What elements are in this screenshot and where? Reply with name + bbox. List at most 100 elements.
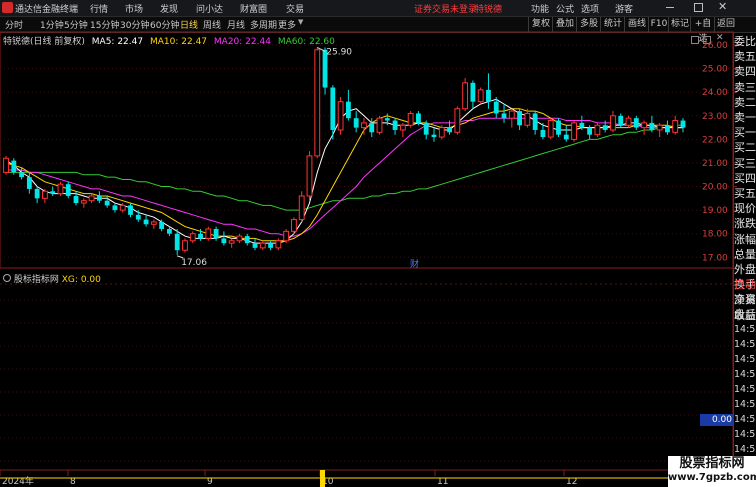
quote-label: 总量 — [734, 247, 756, 261]
tick-time: 14:50 — [734, 444, 756, 455]
candle-body — [205, 228, 212, 239]
quote-label: 买三 — [734, 156, 756, 170]
y-tick-label: 20.00 — [702, 183, 728, 193]
candle-body — [283, 230, 290, 242]
candle-body — [571, 122, 577, 140]
low-label: 17.06 — [181, 258, 207, 268]
y-tick-label: 23.00 — [702, 112, 728, 122]
candle-body — [680, 120, 686, 128]
candle-body — [376, 117, 383, 133]
candle-body — [330, 87, 336, 130]
candle-body — [556, 120, 561, 135]
candle-body — [19, 172, 24, 178]
candle-body — [221, 238, 227, 244]
tick-time: 盘后 — [734, 308, 756, 321]
quote-label: 卖五 — [734, 50, 756, 64]
candle-body — [298, 195, 305, 221]
y-tick-label: 19.00 — [702, 206, 728, 216]
candle-body — [587, 127, 593, 135]
candle-body — [236, 235, 243, 242]
candle-body — [508, 110, 515, 119]
candle-body — [656, 124, 663, 131]
side-divider — [733, 32, 734, 487]
tick-time: 14:50 — [734, 324, 756, 335]
candle-body — [337, 101, 344, 131]
candle-body — [486, 89, 491, 102]
candle-body — [252, 243, 258, 248]
tick-time: 自动 — [734, 278, 756, 291]
quote-label: 卖二 — [734, 95, 756, 109]
candle-body — [416, 113, 421, 123]
indicator-settings-icon[interactable] — [3, 274, 11, 282]
quote-label: 涨跌 — [734, 217, 756, 231]
high-label: 25.90 — [326, 47, 352, 57]
indicator-title: 股标指标网 — [13, 275, 59, 285]
y-tick-label: 26.00 — [702, 41, 728, 51]
tick-time: 14:50 — [734, 354, 756, 365]
tick-time: 14:50 — [734, 369, 756, 380]
candle-body — [384, 118, 390, 121]
candle-body — [259, 242, 266, 249]
quote-label: 买一 — [734, 126, 756, 140]
candle-body — [41, 190, 48, 199]
candle-body — [579, 122, 585, 128]
candle-body — [649, 122, 655, 130]
indicator-legend: 股标指标网 XG: 0.00 — [3, 272, 101, 285]
tick-time: 交易 — [734, 293, 756, 306]
candle-body — [625, 117, 632, 126]
candle-body — [563, 134, 569, 140]
candle-body — [447, 127, 452, 133]
candle-body — [438, 127, 445, 138]
candle-body — [291, 219, 297, 232]
candle-body — [462, 82, 469, 110]
candle-body — [665, 125, 670, 133]
finance-marker: 财 — [410, 258, 419, 270]
kline-chart[interactable]: 26.00 25.00 24.00 23.00 22.00 21.00 20.00 19.00… — [0, 0, 756, 487]
quote-label: 卖四 — [734, 65, 756, 79]
candle-body — [159, 221, 165, 229]
y-tick-label: 17.00 — [702, 253, 728, 263]
candle-body — [353, 118, 359, 128]
watermark-title: 股票指标网 — [679, 456, 745, 471]
candle-body — [618, 115, 624, 126]
candle-body — [213, 228, 219, 239]
tick-time: 14:50 — [734, 339, 756, 350]
quote-label: 委比 — [734, 35, 756, 48]
candle-body — [80, 200, 87, 204]
candle-body — [672, 120, 679, 133]
candle-body — [594, 124, 601, 136]
quote-label: 买四 — [734, 171, 756, 185]
quote-label: 买二 — [734, 141, 756, 155]
candle-body — [306, 155, 313, 197]
candle-body — [57, 183, 64, 195]
candle-body — [198, 233, 203, 239]
x-tick-label: 2024年 — [2, 475, 34, 487]
candle-body — [135, 214, 141, 220]
y-tick-label: 25.00 — [702, 65, 728, 75]
candle-body — [602, 125, 608, 130]
candle-body — [540, 129, 546, 138]
candle-body — [392, 120, 398, 130]
candle-body — [517, 111, 522, 126]
candle-body — [34, 188, 40, 199]
tick-time: 14:50 — [734, 399, 756, 410]
quote-label: 外盘 — [734, 263, 756, 277]
candle-body — [128, 205, 133, 215]
indicator-value-box: 0.00 — [700, 414, 733, 426]
candle-body — [501, 113, 507, 119]
candle-body — [189, 233, 196, 242]
candle-body — [547, 120, 554, 138]
quote-label: 涨幅 — [734, 232, 756, 246]
tick-time: 14:50 — [734, 414, 756, 425]
candle-body — [119, 204, 126, 211]
candle-body — [532, 113, 538, 130]
quote-label: 现价 — [734, 202, 756, 216]
candle-body — [244, 236, 250, 244]
candle-body — [454, 108, 461, 133]
candle-body — [275, 240, 282, 249]
quote-label: 卖三 — [734, 80, 756, 94]
candle-body — [26, 177, 32, 189]
quote-panel-bottom: 自动交易盘后 14:50 14:50 14:50 14:50 14:50 14:50 14:5… — [734, 277, 756, 457]
candle-body — [143, 219, 149, 225]
candle-body — [167, 228, 172, 234]
